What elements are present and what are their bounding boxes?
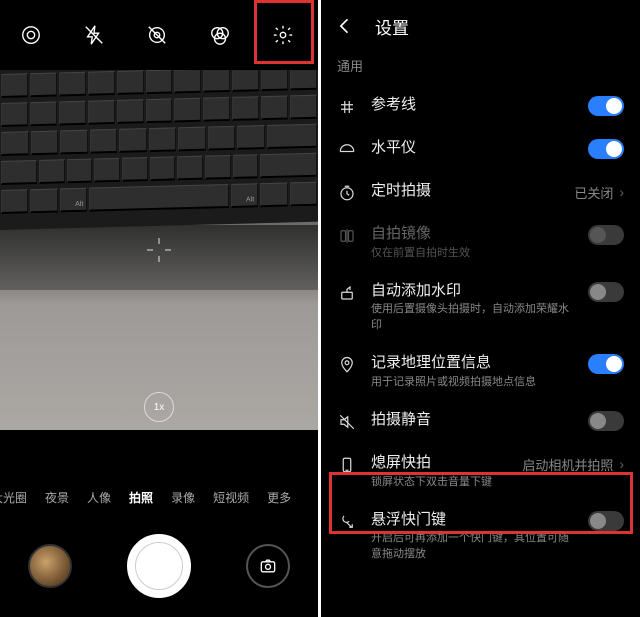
camera-bottom-controls [0, 516, 318, 616]
settings-gear-icon[interactable] [259, 11, 307, 59]
camera-mode-3[interactable]: 拍照 [120, 489, 162, 506]
toggle-level[interactable] [588, 139, 624, 159]
settings-list: 参考线水平仪定时拍摄已关闭 › 自拍镜像仅在前置自拍时生效自动添加水印使用后置摄像头… [321, 85, 640, 572]
setting-label: 记录地理位置信息 [371, 353, 574, 373]
setting-value: 启动相机并拍照 [522, 455, 613, 474]
setting-sublabel: 仅在前置自拍时生效 [371, 246, 574, 261]
setting-label: 悬浮快门键 [371, 510, 574, 530]
back-arrow-icon[interactable] [335, 16, 355, 36]
settings-section-label: 通用 [321, 52, 640, 85]
setting-row-watermark[interactable]: 自动添加水印使用后置摄像头拍摄时，自动添加荣耀水印 [321, 271, 640, 343]
setting-label: 自动添加水印 [371, 281, 574, 301]
setting-sublabel: 用于记录照片或视频拍摄地点信息 [371, 375, 574, 390]
setting-row-timer[interactable]: 定时拍摄已关闭 › [321, 171, 640, 214]
camera-screen: AltAlt 1x 大光圈夜景人像拍照录像短视频更多 [0, 0, 318, 617]
setting-row-location[interactable]: 记录地理位置信息用于记录照片或视频拍摄地点信息 [321, 343, 640, 400]
viewfinder[interactable]: AltAlt 1x [0, 70, 318, 430]
timer-icon [337, 182, 357, 204]
settings-header: 设置 [321, 0, 640, 52]
toggle-location[interactable] [588, 354, 624, 374]
level-icon [337, 139, 357, 161]
location-icon [337, 354, 357, 376]
camera-mode-6[interactable]: 更多 [258, 489, 300, 506]
setting-row-mirror: 自拍镜像仅在前置自拍时生效 [321, 214, 640, 271]
setting-label: 自拍镜像 [371, 224, 574, 244]
grid-icon [337, 96, 357, 118]
setting-sublabel: 锁屏状态下双击音量下键 [371, 475, 508, 490]
shutter-button[interactable] [127, 534, 191, 598]
setting-row-level[interactable]: 水平仪 [321, 128, 640, 171]
gallery-thumbnail[interactable] [28, 544, 72, 588]
settings-title: 设置 [375, 14, 409, 39]
flash-off-icon[interactable] [70, 11, 118, 59]
toggle-grid[interactable] [588, 96, 624, 116]
ai-mode-icon[interactable] [7, 11, 55, 59]
toggle-floatshutter[interactable] [588, 511, 624, 531]
setting-row-quickshot[interactable]: 熄屏快拍锁屏状态下双击音量下键启动相机并拍照 › [321, 443, 640, 500]
chevron-right-icon: › [619, 456, 624, 472]
setting-label: 参考线 [371, 95, 574, 115]
toggle-mirror [588, 225, 624, 245]
filter-icon[interactable] [196, 11, 244, 59]
setting-sublabel: 开启后可再添加一个快门键，其位置可随意拖动摆放 [371, 531, 574, 562]
camera-mode-2[interactable]: 人像 [78, 489, 120, 506]
settings-screen: 设置 通用 参考线水平仪定时拍摄已关闭 › 自拍镜像仅在前置自拍时生效自动添加水印使… [321, 0, 640, 617]
moving-picture-off-icon[interactable] [133, 11, 181, 59]
setting-value: 已关闭 [574, 183, 613, 202]
setting-sublabel: 使用后置摄像头拍摄时，自动添加荣耀水印 [371, 302, 574, 333]
setting-row-grid[interactable]: 参考线 [321, 85, 640, 128]
setting-label: 拍摄静音 [371, 410, 574, 430]
setting-label: 水平仪 [371, 138, 574, 158]
viewfinder-keyboard: AltAlt [0, 70, 318, 230]
mute-icon [337, 411, 357, 433]
chevron-right-icon: › [619, 184, 624, 200]
setting-row-floatshutter[interactable]: 悬浮快门键开启后可再添加一个快门键，其位置可随意拖动摆放 [321, 500, 640, 572]
mirror-icon [337, 225, 357, 247]
toggle-watermark[interactable] [588, 282, 624, 302]
camera-top-toolbar [0, 0, 318, 70]
camera-mode-1[interactable]: 夜景 [36, 489, 78, 506]
quickshot-icon [337, 454, 357, 476]
setting-label: 定时拍摄 [371, 181, 560, 201]
camera-mode-4[interactable]: 录像 [162, 489, 204, 506]
toggle-mute[interactable] [588, 411, 624, 431]
watermark-icon [337, 282, 357, 304]
zoom-button[interactable]: 1x [144, 392, 174, 422]
camera-mode-5[interactable]: 短视频 [204, 489, 258, 506]
setting-row-mute[interactable]: 拍摄静音 [321, 400, 640, 443]
focus-crosshair [147, 238, 171, 262]
camera-mode-0[interactable]: 大光圈 [0, 489, 36, 506]
camera-modes-strip[interactable]: 大光圈夜景人像拍照录像短视频更多 [0, 480, 318, 514]
switch-camera-button[interactable] [246, 544, 290, 588]
setting-label: 熄屏快拍 [371, 453, 508, 473]
floatshutter-icon [337, 511, 357, 533]
